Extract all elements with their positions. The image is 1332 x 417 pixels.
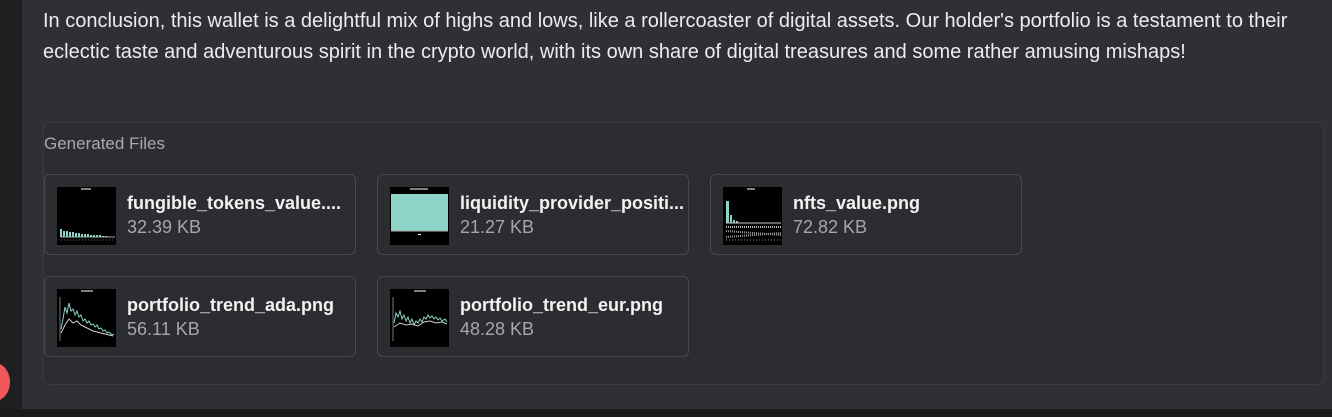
chart-thumbnail-icon bbox=[57, 187, 116, 245]
file-name: portfolio_trend_ada.png bbox=[127, 295, 334, 315]
chat-content: In conclusion, this wallet is a delightf… bbox=[22, 0, 1332, 409]
generated-files-panel: Generated Files fungible_tokens_value...… bbox=[43, 122, 1324, 385]
chart-thumbnail-icon bbox=[390, 187, 449, 245]
chart-thumbnail-icon bbox=[57, 289, 116, 347]
file-name: portfolio_trend_eur.png bbox=[460, 295, 664, 315]
file-name: fungible_tokens_value.... bbox=[127, 193, 342, 213]
chart-thumbnail-icon bbox=[390, 289, 449, 347]
file-size: 56.11 KB bbox=[127, 319, 200, 339]
file-size: 32.39 KB bbox=[127, 217, 202, 237]
file-card-liquidity-provider[interactable]: liquidity_provider_positi... 21.27 KB bbox=[377, 174, 689, 255]
generated-files-title: Generated Files bbox=[44, 134, 165, 153]
file-name: nfts_value.png bbox=[793, 193, 921, 213]
file-card-nfts-value[interactable]: nfts_value.png 72.82 KB bbox=[710, 174, 1022, 255]
assistant-message-text: In conclusion, this wallet is a delightf… bbox=[43, 10, 1288, 63]
left-sidebar-edge bbox=[0, 0, 22, 409]
file-size: 72.82 KB bbox=[793, 217, 868, 237]
file-size: 48.28 KB bbox=[460, 319, 535, 339]
file-card-fungible-tokens[interactable]: fungible_tokens_value.... 32.39 KB bbox=[44, 174, 356, 255]
file-size: 21.27 KB bbox=[460, 217, 535, 237]
file-card-portfolio-trend-eur[interactable]: portfolio_trend_eur.png 48.28 KB bbox=[377, 276, 689, 357]
file-name: liquidity_provider_positi... bbox=[460, 193, 685, 213]
chart-thumbnail-icon bbox=[723, 187, 782, 245]
file-card-portfolio-trend-ada[interactable]: portfolio_trend_ada.png 56.11 KB bbox=[44, 276, 356, 357]
bottom-scroll-strip bbox=[0, 409, 1332, 417]
